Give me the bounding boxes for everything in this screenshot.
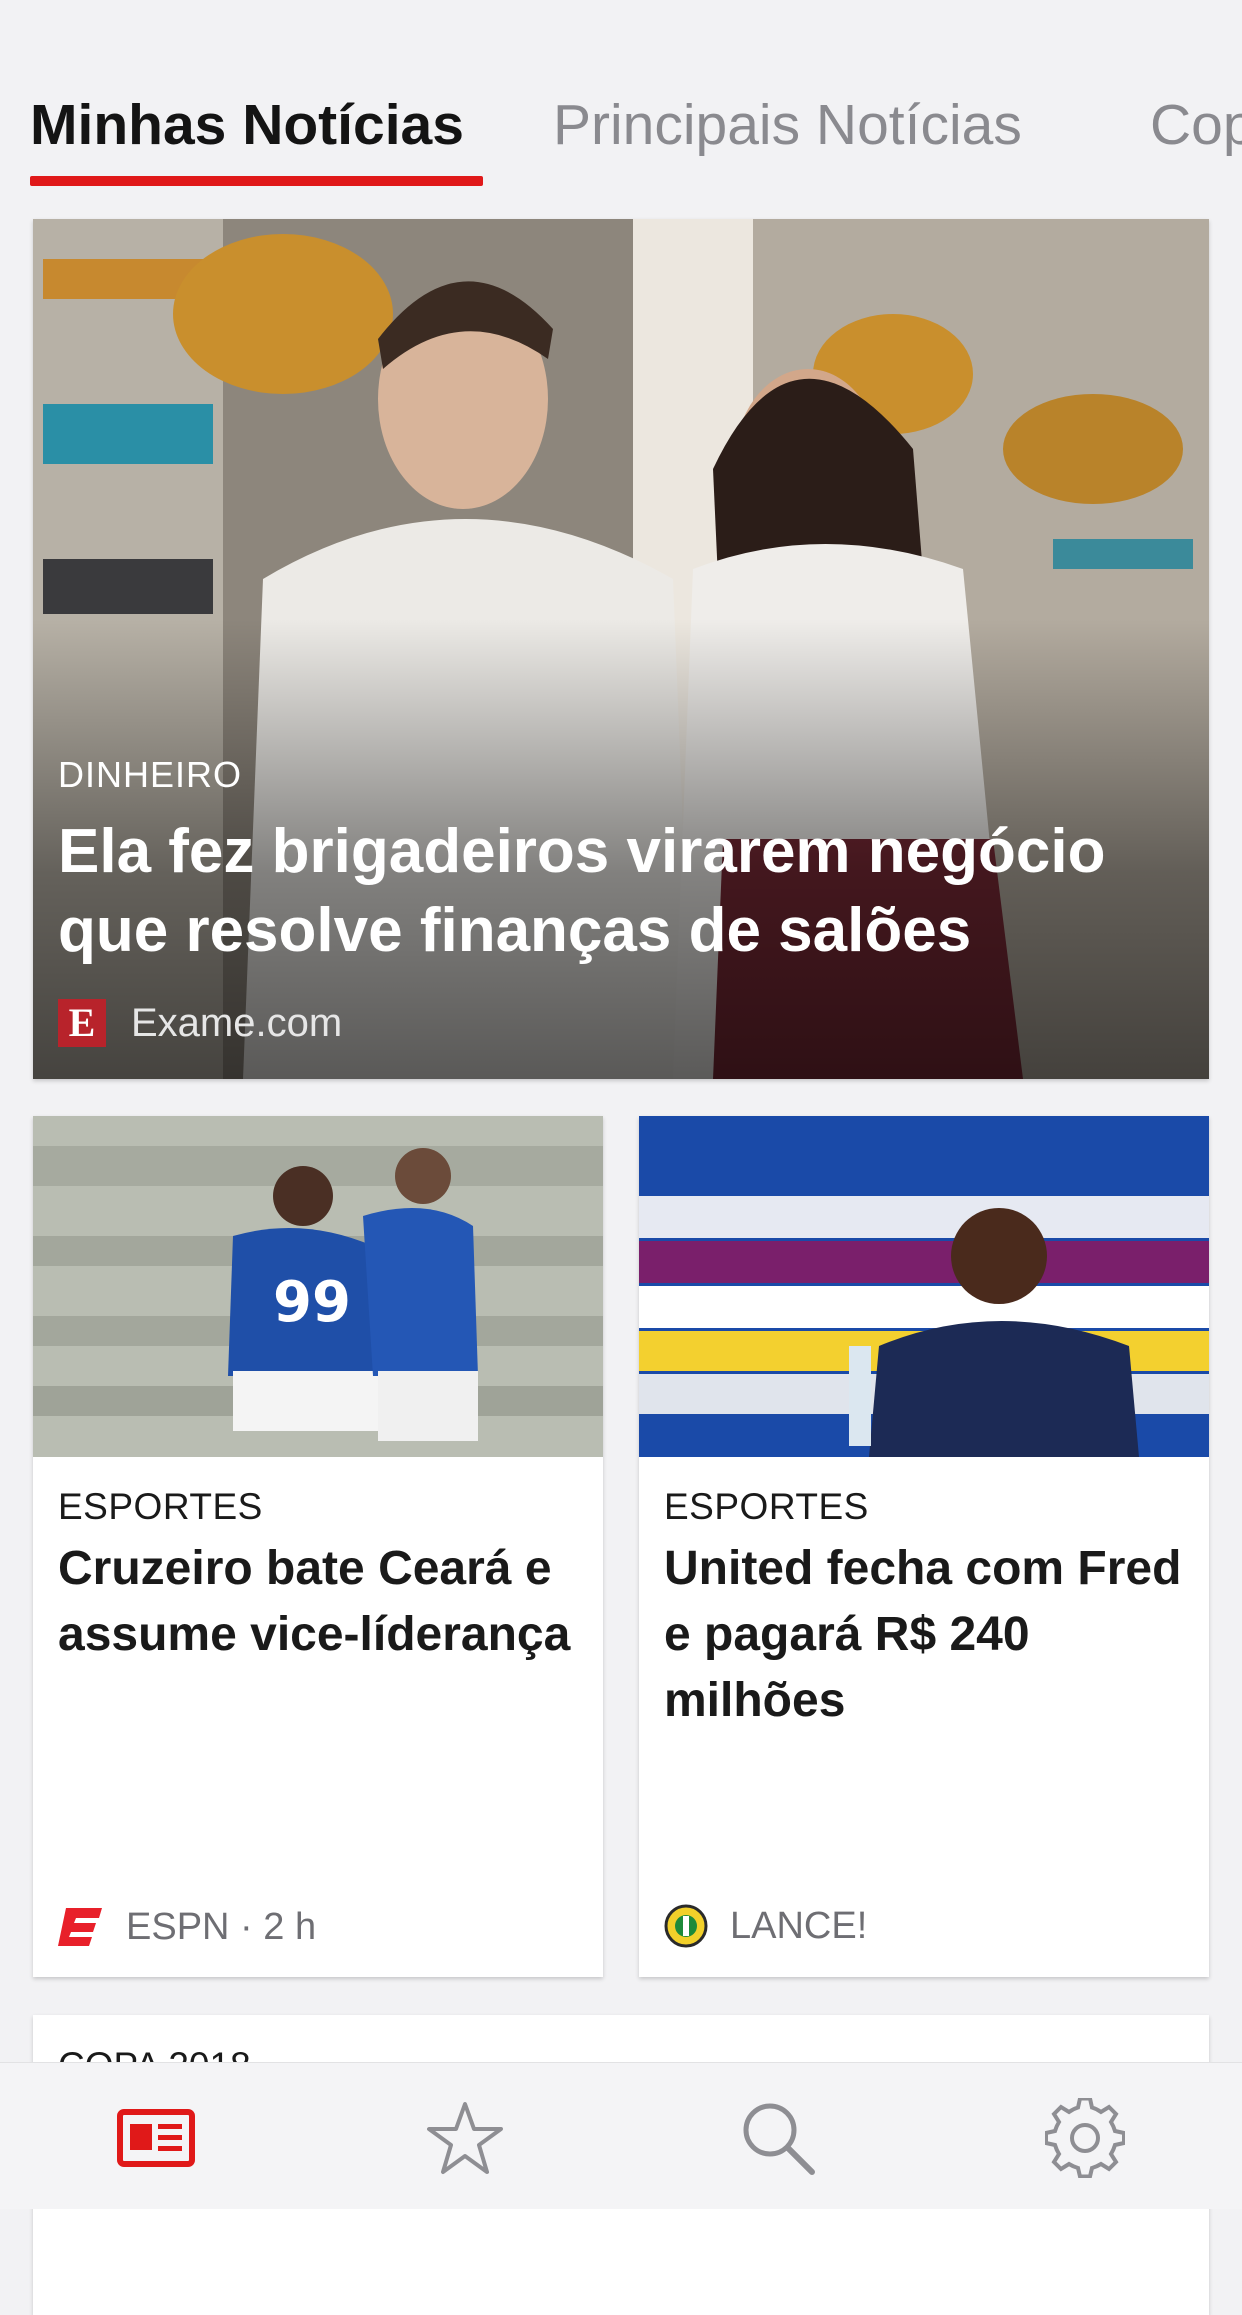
- bottom-navigation: [0, 2062, 1242, 2209]
- tab-minhas-noticias[interactable]: Minhas Notícias: [30, 92, 464, 158]
- article-source: ESPN · 2 h: [58, 1904, 316, 1950]
- article-card-cruzeiro[interactable]: 99 ESPORTES Cruzeiro bate Ceará e assume…: [33, 1116, 603, 1977]
- hero-source: E Exame.com: [58, 999, 342, 1047]
- espn-logo-icon: [58, 1908, 102, 1946]
- exame-logo-icon: E: [58, 999, 106, 1047]
- article-image-united: [639, 1116, 1209, 1457]
- article-source-name: LANCE!: [730, 1904, 868, 1947]
- tab-principais-noticias[interactable]: Principais Notícias: [553, 92, 1022, 158]
- lance-logo-icon: [664, 1904, 708, 1948]
- hero-category: DINHEIRO: [58, 754, 243, 795]
- article-category: ESPORTES: [664, 1486, 869, 1527]
- active-tab-indicator: [30, 176, 483, 186]
- article-category: ESPORTES: [58, 1486, 263, 1527]
- svg-text:99: 99: [273, 1270, 351, 1335]
- search-icon: [743, 2103, 815, 2175]
- star-icon: [427, 2102, 503, 2174]
- article-card-united[interactable]: ESPORTES United fecha com Fred e pagará …: [639, 1116, 1209, 1977]
- tab-copa[interactable]: Copa 2018: [1150, 92, 1242, 158]
- article-title: Cruzeiro bate Ceará e assume vice-lídera…: [58, 1542, 571, 1661]
- nav-favorites-button[interactable]: [420, 2093, 510, 2183]
- nav-news-button[interactable]: [111, 2093, 201, 2183]
- gear-icon: [1045, 2098, 1125, 2178]
- hero-title: Ela fez brigadeiros virarem negócio que …: [58, 817, 1106, 965]
- tab-bar: Minhas Notícias Principais Notícias Copa…: [0, 0, 1242, 200]
- newspaper-icon: [117, 2109, 195, 2167]
- nav-search-button[interactable]: [733, 2093, 823, 2183]
- article-title: United fecha com Fred e pagará R$ 240 mi…: [664, 1542, 1182, 1727]
- nav-settings-button[interactable]: [1040, 2093, 1130, 2183]
- article-source: LANCE!: [664, 1904, 867, 1948]
- hero-article-card[interactable]: DINHEIRO Ela fez brigadeiros virarem neg…: [33, 219, 1209, 1079]
- article-source-name: ESPN · 2 h: [126, 1905, 317, 1948]
- article-image-cruzeiro: 99: [33, 1116, 603, 1457]
- hero-source-name: Exame.com: [131, 1000, 343, 1045]
